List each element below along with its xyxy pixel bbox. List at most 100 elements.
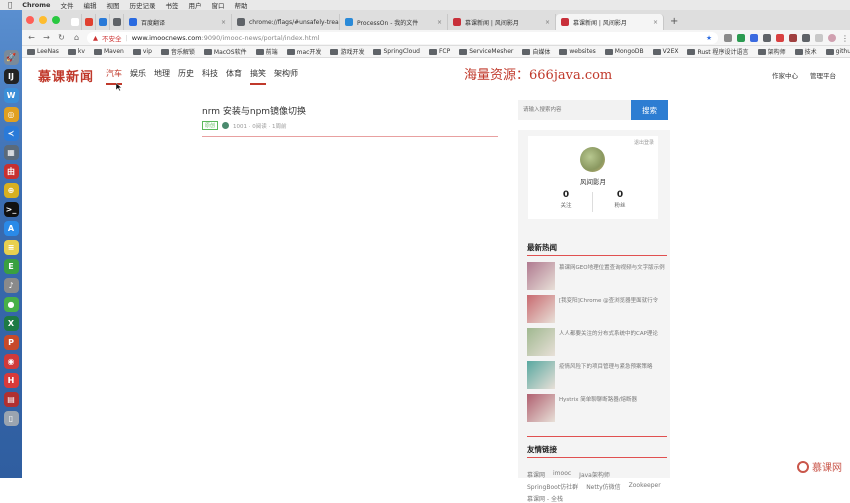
extension-3-icon[interactable] [750,33,758,42]
hot-news-item[interactable]: Hystrix 简单聊聊断路器/熔断器 [527,394,669,424]
bm-servicemesher[interactable]: ServiceMesher [459,48,513,55]
nav-category-3[interactable]: 历史 [178,68,194,85]
bm-kv[interactable]: kv [67,48,85,55]
chrome-icon[interactable]: ◎ [3,107,19,122]
menubar-user[interactable]: 用户 [188,0,201,10]
logout-link[interactable]: 退出登录 [634,139,654,146]
news-thumbnail[interactable] [527,394,555,422]
menubar-window[interactable]: 窗口 [211,0,224,10]
bm-media[interactable]: 自媒体 [522,47,550,56]
home-icon[interactable]: ⌂ [72,33,81,42]
notes-icon[interactable]: ≡ [3,240,19,255]
fans-stat[interactable]: 0 粉丝 [600,190,640,209]
hot-news-text[interactable]: 慕课网GEO地理位置查询视频与文字版示例 [559,262,665,292]
hot-news-text[interactable]: [我变阳]Chrome @查浏览器里面就行令 [559,295,658,325]
search-button[interactable]: 搜索 [631,100,668,120]
bm-v2ex[interactable]: V2EX [652,48,678,55]
pdf-icon[interactable]: ▤ [3,392,19,407]
menubar-view[interactable]: 视图 [106,0,119,10]
news-thumbnail[interactable] [527,328,555,356]
user-avatar[interactable] [580,147,605,172]
evernote-icon[interactable]: E [3,259,19,274]
site-logo[interactable]: 慕课新闻 [38,66,94,85]
bm-github[interactable]: github [825,48,850,55]
minimize-window-button[interactable] [39,16,47,24]
menu-kebab-icon[interactable]: ⋮ [841,34,849,43]
search-input[interactable] [518,100,631,120]
author-avatar[interactable] [222,122,230,129]
vscode-icon[interactable]: ≺ [3,126,19,141]
app-red2-icon[interactable]: ◉ [3,354,19,369]
menubar-file[interactable]: 文件 [60,0,73,10]
nav-category-5[interactable]: 体育 [226,68,242,85]
tab-baidu-translate[interactable]: 百度翻译 × [124,14,232,30]
tab-news-2[interactable]: 慕课新闻 | 风间影月 × [556,14,664,30]
bm-macos[interactable]: MacOS软件 [203,47,247,56]
nav-category-6[interactable]: 搞笑 [250,68,266,85]
game-icon[interactable]: ● [3,297,19,312]
terminal-icon[interactable]: >_ [3,202,19,217]
app-red-icon[interactable]: 由 [3,164,19,179]
username[interactable]: 风间影月 [528,176,658,186]
trash-icon[interactable]: ▯ [3,411,19,426]
back-arrow-icon[interactable]: ← [27,33,36,42]
extension-6-icon[interactable] [789,33,797,42]
news-thumbnail[interactable] [527,262,555,290]
nav-category-4[interactable]: 科技 [202,68,218,85]
close-tab-icon[interactable]: × [437,19,442,26]
hot-news-item[interactable]: 人人都要关注的分布式系统中的CAP理论 [527,328,669,358]
powerpoint-icon[interactable]: P [3,335,19,350]
extension-1-icon[interactable] [724,33,732,42]
menubar-bookmarks[interactable]: 书签 [165,0,178,10]
address-bar[interactable]: ▲ 不安全 | www.imoocnews.com:9090/imooc-new… [87,31,718,44]
bm-mongodb[interactable]: MongoDB [604,48,644,55]
bm-tech[interactable]: 技术 [794,47,817,56]
friend-link[interactable]: Netty仿微信 [586,482,620,491]
excel-icon[interactable]: X [3,316,19,331]
bm-leenas[interactable]: LeeNas [27,48,59,55]
bm-springcloud[interactable]: SpringCloud [373,48,420,55]
close-tab-icon[interactable]: × [221,19,226,26]
news-thumbnail[interactable] [527,295,555,323]
menubar-history[interactable]: 历史记录 [129,0,155,10]
bm-music[interactable]: 音乐解锁 [160,47,195,56]
extension-4-icon[interactable] [763,33,771,42]
tab-processon[interactable]: ProcessOn - 我的文件 × [340,14,448,30]
hot-news-text[interactable]: 人人都要关注的分布式系统中的CAP理论 [559,328,658,358]
zoom-window-button[interactable] [52,16,60,24]
appstore-icon[interactable]: A [3,221,19,236]
h-app-icon[interactable]: H [3,373,19,388]
extension-5-icon[interactable] [776,33,784,42]
reload-icon[interactable]: ↻ [57,33,66,42]
bm-maven[interactable]: Maven [93,48,124,55]
hot-news-item[interactable]: 慕课网GEO地理位置查询视频与文字版示例 [527,262,669,292]
bm-qianduan[interactable]: 前端 [255,47,278,56]
launchpad-icon[interactable]: 🚀 [3,50,19,65]
hot-news-item[interactable]: 疫情风险下的项目管理与紧急预案策略 [527,361,669,391]
forward-arrow-icon[interactable]: → [42,33,51,42]
nav-category-1[interactable]: 娱乐 [130,68,146,85]
bm-vip[interactable]: vip [132,48,152,55]
nav-category-7[interactable]: 架构师 [274,68,298,85]
close-tab-icon[interactable]: × [545,19,550,26]
tab-pinned-2[interactable] [82,14,96,30]
article-item[interactable]: nrm 安装与npm镜像切换 原创 1001 · 0阅读 · 1周前 [202,104,498,137]
menubar-edit[interactable]: 编辑 [83,0,96,10]
news-thumbnail[interactable] [527,361,555,389]
friend-link[interactable]: 慕课网 - 全栈 [527,494,563,503]
menubar-app-name[interactable]: Chrome [22,1,50,9]
tab-pinned-3[interactable] [96,14,110,30]
bm-websites[interactable]: websites [559,48,596,55]
bm-game-dev[interactable]: 游戏开发 [330,47,364,56]
new-tab-button[interactable]: + [664,16,684,30]
tab-pinned-4[interactable] [110,14,124,30]
admin-platform-link[interactable]: 管理平台 [810,70,836,80]
menubar-help[interactable]: 帮助 [234,0,247,10]
intellij-icon[interactable]: IJ [3,69,19,84]
app-yellow-icon[interactable]: ⊕ [3,183,19,198]
friend-link[interactable]: Zookeeper [629,482,661,491]
profile-avatar-icon[interactable] [828,33,836,42]
article-title[interactable]: nrm 安装与npm镜像切换 [202,104,498,117]
close-tab-icon[interactable]: × [653,19,658,26]
app-grid-icon[interactable]: ▦ [3,145,19,160]
